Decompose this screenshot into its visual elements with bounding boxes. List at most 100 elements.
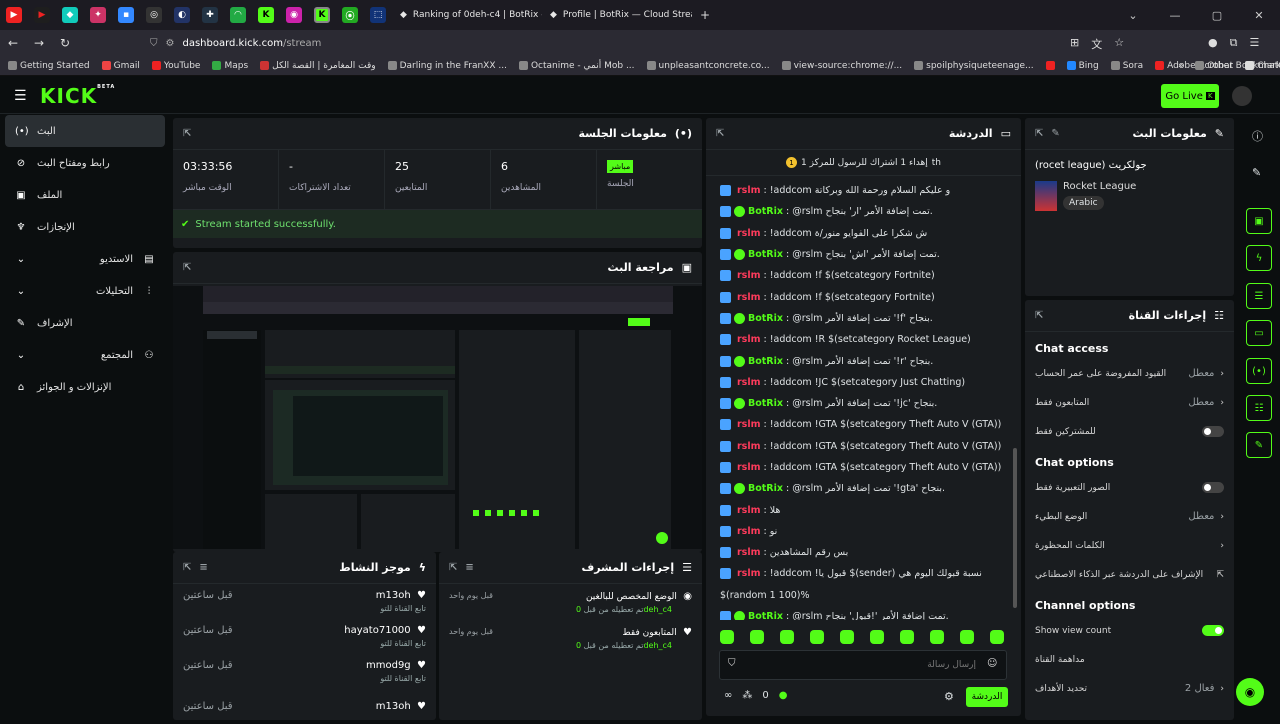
app-icon[interactable]: ◠: [230, 7, 246, 23]
setting-row[interactable]: الوضع البطيء معطل ›: [1025, 502, 1234, 531]
bookmark-item[interactable]: [1045, 61, 1055, 70]
chat-username[interactable]: BotRix: [748, 356, 783, 367]
bookmark-item[interactable]: Sora: [1110, 61, 1143, 71]
chat-username[interactable]: rslm: [737, 419, 761, 430]
setting-row[interactable]: القيود المفروضة على عمر الحساب معطل ›: [1025, 359, 1234, 388]
rail-channel-button[interactable]: ☷: [1246, 395, 1272, 421]
sidebar-item-stream[interactable]: (•) البث: [5, 115, 165, 147]
pinned-message[interactable]: 1 إهداء 1 اشتراك للرسول للمركز 1th: [706, 150, 1021, 176]
rail-activity-button[interactable]: ϟ: [1246, 245, 1272, 271]
app-icon[interactable]: ◐: [174, 7, 190, 23]
emote-icon[interactable]: [840, 630, 854, 644]
bookmark-item[interactable]: Getting Started: [8, 61, 90, 71]
close-window-icon[interactable]: ✕: [1238, 0, 1280, 30]
link-icon[interactable]: ∞: [724, 690, 732, 701]
chat-username[interactable]: BotRix: [748, 313, 783, 324]
bookmark-item[interactable]: وقت المغامرة | القصة الكل: [260, 61, 376, 71]
reader-icon[interactable]: ⊞: [1070, 36, 1079, 52]
emote-icon[interactable]: [750, 630, 764, 644]
bookmark-item[interactable]: view-source:chrome://...: [781, 61, 902, 71]
chat-username[interactable]: rslm: [737, 292, 761, 303]
minimize-icon[interactable]: —: [1154, 0, 1196, 30]
chat-username[interactable]: rslm: [737, 185, 761, 196]
chat-username[interactable]: rslm: [737, 228, 761, 239]
app-icon[interactable]: ✦: [90, 7, 106, 23]
rail-chat-button[interactable]: ▭: [1246, 320, 1272, 346]
share-icon[interactable]: ⁂: [742, 690, 752, 701]
bookmark-item[interactable]: Darling in the FranXX ...: [387, 61, 507, 71]
chat-username[interactable]: BotRix: [748, 611, 783, 620]
bookmark-item[interactable]: Gmail: [101, 61, 140, 71]
sidebar-item-achievements[interactable]: ♆ الإنجازات: [5, 211, 165, 243]
other-bookmarks[interactable]: » Other Bookmarks: [1178, 61, 1280, 71]
info-icon[interactable]: ⓘ: [1252, 128, 1263, 144]
browser-tab[interactable]: ◆Ranking of 0deh-c4 | BotRix —✕: [392, 3, 542, 27]
app-icon[interactable]: ▪: [118, 7, 134, 23]
sidebar-item-analytics[interactable]: ⌄ التحليلات ⫶: [5, 275, 165, 307]
new-tab-icon[interactable]: +: [692, 8, 718, 22]
chat-username[interactable]: BotRix: [748, 249, 783, 260]
bookmark-item[interactable]: unpleasantconcrete.co...: [646, 61, 770, 71]
emote-icon[interactable]: [900, 630, 914, 644]
chat-username[interactable]: BotRix: [748, 483, 783, 494]
emote-only-toggle[interactable]: [1202, 482, 1224, 493]
address-bar[interactable]: ⛉ ⚙ dashboard.kick.com/stream: [150, 33, 1130, 53]
botrix-icon[interactable]: ⦿: [342, 7, 358, 23]
chat-username[interactable]: BotRix: [748, 398, 783, 409]
rail-live-button[interactable]: (•): [1246, 358, 1272, 384]
emote-icon[interactable]: [810, 630, 824, 644]
chat-send-button[interactable]: الدردشة: [966, 687, 1008, 707]
shield-icon[interactable]: ⛉: [728, 658, 736, 669]
bookmark-item[interactable]: Maps: [212, 61, 248, 71]
chat-username[interactable]: rslm: [737, 270, 761, 281]
chat-username[interactable]: rslm: [737, 441, 761, 452]
stream-preview-video[interactable]: [173, 286, 702, 549]
chat-input[interactable]: إرسال رسالة: [719, 650, 1007, 680]
chat-username[interactable]: rslm: [737, 526, 761, 537]
popout-icon[interactable]: ⇱: [449, 562, 457, 573]
setting-row[interactable]: المتابعون فقط معطل ›: [1025, 388, 1234, 417]
popout-icon[interactable]: ⇱: [1035, 310, 1043, 321]
instagram-icon[interactable]: ◉: [286, 7, 302, 23]
emote-icon[interactable]: [930, 630, 944, 644]
subs-only-toggle[interactable]: [1202, 426, 1224, 437]
setting-row[interactable]: الكلمات المحظورة ›: [1025, 531, 1234, 560]
rail-video-button[interactable]: ▣: [1246, 208, 1272, 234]
chat-username[interactable]: rslm: [737, 547, 761, 558]
bookmark-item[interactable]: spoilphysiqueteenage...: [914, 61, 1034, 71]
go-live-button[interactable]: Go Live K: [1161, 84, 1219, 108]
chevron-down-icon[interactable]: ⌄: [1112, 0, 1154, 30]
app-icon[interactable]: ✚: [202, 7, 218, 23]
filter-icon[interactable]: ≡: [199, 562, 207, 573]
emote-icon[interactable]: [720, 630, 734, 644]
sidebar-item-stream-key[interactable]: ⊘ رابط ومفتاح البث: [5, 147, 165, 179]
bookmark-item[interactable]: YouTube: [151, 61, 200, 71]
emote-icon[interactable]: [780, 630, 794, 644]
sidebar-item-studio[interactable]: ⌄ الاستديو ▤: [5, 243, 165, 275]
popout-icon[interactable]: ⇱: [1035, 128, 1043, 139]
app-icon[interactable]: ◎: [146, 7, 162, 23]
setting-row[interactable]: الإشراف على الدردشة عبر الذكاء الاصطناعي…: [1025, 560, 1234, 589]
setting-row[interactable]: تحديد الأهداف فعال 2 ›: [1025, 674, 1234, 703]
emote-icon[interactable]: [960, 630, 974, 644]
rail-mod-button[interactable]: ✎: [1246, 432, 1272, 458]
bookmark-item[interactable]: Bing: [1066, 61, 1099, 71]
popout-icon[interactable]: ⇱: [183, 562, 191, 573]
sidebar-item-drops[interactable]: ⌂ الإنزالات و الجوائز: [5, 371, 165, 403]
sidebar-item-profile[interactable]: ▣ الملف: [5, 179, 165, 211]
popout-icon[interactable]: ⇱: [716, 128, 724, 139]
filter-icon[interactable]: ≡: [465, 562, 473, 573]
app-icon[interactable]: ⬚: [370, 7, 386, 23]
emoji-icon[interactable]: ☺: [987, 658, 997, 669]
youtube-icon[interactable]: ▶: [34, 7, 50, 23]
popout-icon[interactable]: ⇱: [183, 128, 191, 139]
translate-icon[interactable]: 文: [1091, 36, 1102, 52]
bookmark-item[interactable]: Octanime - أنمي Mob ...: [518, 61, 635, 71]
extensions-icon[interactable]: ⧉: [1230, 36, 1238, 50]
edit-icon[interactable]: ✎: [1252, 166, 1261, 179]
youtube-icon[interactable]: ▶: [6, 7, 22, 23]
chat-username[interactable]: rslm: [737, 505, 761, 516]
rail-list-button[interactable]: ☰: [1246, 283, 1272, 309]
chat-username[interactable]: rslm: [737, 462, 761, 473]
maximize-icon[interactable]: ▢: [1196, 0, 1238, 30]
